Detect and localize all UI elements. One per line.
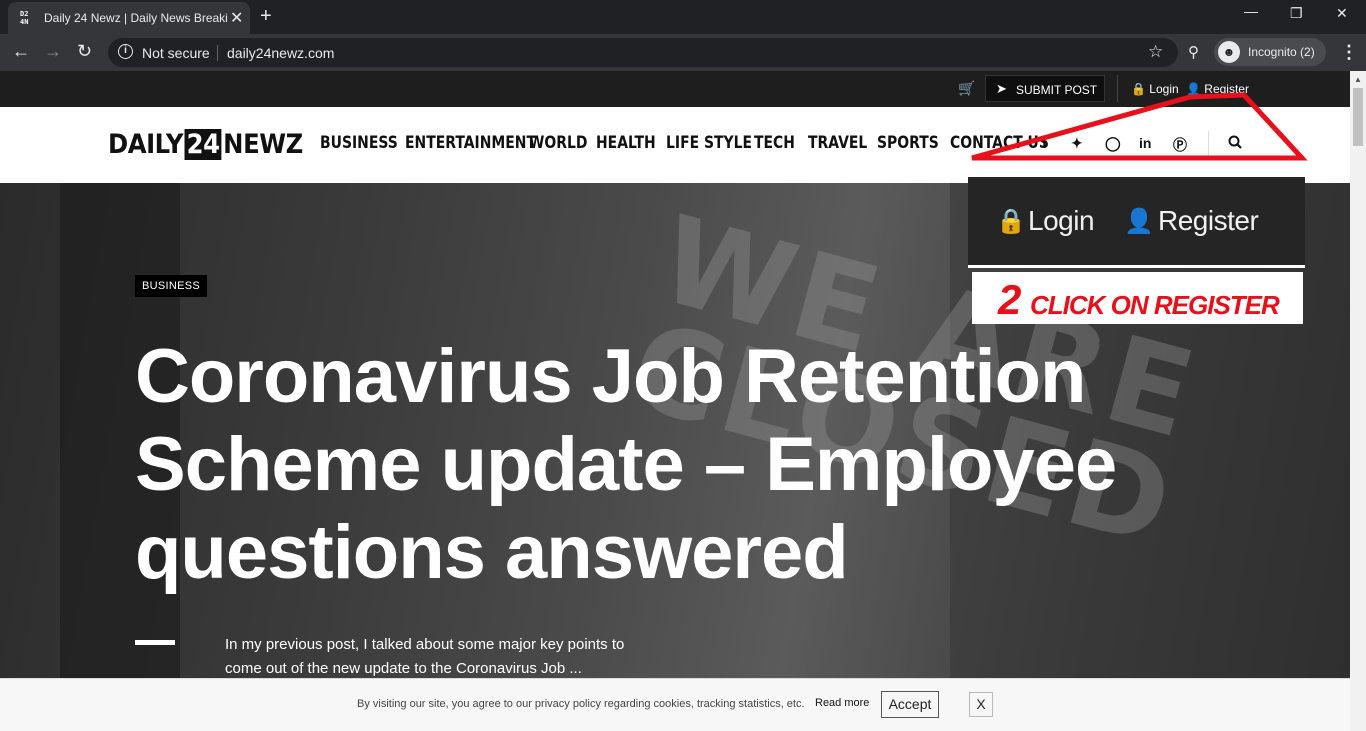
web-page: 🛒 ➤ SUBMIT POST 🔒 Login 👤 Register DAILY… (0, 71, 1350, 731)
cookie-close-button[interactable]: X (969, 692, 993, 717)
minimize-icon[interactable]: — (1244, 3, 1258, 19)
step-number: 2 (998, 276, 1022, 323)
divider (1117, 75, 1118, 102)
incognito-icon: ☻ (1218, 41, 1240, 63)
cookie-message: By visiting our site, you agree to our p… (357, 698, 805, 710)
info-icon[interactable]: i (118, 44, 133, 59)
logo-number: 24 (184, 129, 222, 160)
category-badge[interactable]: BUSINESS (135, 275, 208, 297)
url-text[interactable]: daily24newz.com (227, 45, 334, 61)
nav-entertainment[interactable]: ENTERTAINMENT (405, 133, 536, 153)
linkedin-icon[interactable]: in (1139, 135, 1151, 151)
article-excerpt: In my previous post, I talked about some… (225, 636, 625, 677)
bookmark-star-icon[interactable]: ☆ (1148, 42, 1163, 62)
facebook-icon[interactable]: f (1042, 135, 1047, 151)
cookie-consent-bar: By visiting our site, you agree to our p… (0, 678, 1350, 731)
logo-left: DAILY (108, 129, 184, 160)
address-bar[interactable]: i Not secure daily24newz.com ☆ (108, 38, 1178, 67)
paper-plane-icon: ➤ (996, 81, 1007, 96)
site-header: DAILY 24 NEWZ BUSINESS ENTERTAINMENT WORLD… (0, 107, 1350, 183)
browser-tab[interactable]: D2 4N Daily 24 Newz | Daily News Breaking… (8, 2, 250, 34)
nav-sports[interactable]: SPORTS (877, 133, 939, 153)
read-more-link[interactable]: Read more (815, 697, 869, 709)
excerpt-dash (135, 640, 175, 645)
nav-tech[interactable]: TECH (754, 133, 795, 153)
reload-icon[interactable]: ↻ (77, 41, 92, 62)
tab-strip: D2 4N Daily 24 Newz | Daily News Breaking… (0, 0, 1366, 34)
incognito-button[interactable]: ☻ Incognito (2) (1214, 38, 1326, 66)
instruction-text: CLICK ON REGISTER (1030, 290, 1280, 320)
nav-health[interactable]: HEALTH (596, 133, 656, 153)
cart-icon[interactable]: 🛒 (958, 80, 975, 97)
divider (217, 45, 218, 61)
page-scrollbar[interactable]: ▲ (1350, 71, 1366, 731)
register-label: Register (1204, 82, 1249, 96)
instagram-icon[interactable]: ◯ (1105, 135, 1121, 152)
window-close-icon[interactable]: ✕ (1336, 5, 1348, 22)
key-icon[interactable]: ⚲ (1188, 43, 1199, 61)
forward-icon[interactable]: → (44, 41, 62, 62)
browser-menu-icon[interactable]: ⋮ (1340, 42, 1358, 63)
nav-contact-us[interactable]: CONTACT US (950, 133, 1049, 153)
site-favicon-icon: D2 4N (20, 10, 29, 26)
back-icon[interactable]: ← (12, 41, 30, 62)
incognito-label: Incognito (2) (1248, 45, 1315, 59)
site-top-bar: 🛒 ➤ SUBMIT POST 🔒 Login 👤 Register (0, 71, 1350, 107)
register-link[interactable]: 👤 Register (1186, 82, 1249, 96)
pinterest-icon[interactable]: Ⓟ (1173, 135, 1187, 155)
lock-icon: 🔒 (1131, 82, 1146, 96)
nav-travel[interactable]: TRAVEL (808, 133, 867, 153)
login-label: Login (1149, 82, 1179, 96)
site-logo[interactable]: DAILY 24 NEWZ (108, 129, 303, 160)
browser-toolbar: ← → ↻ i Not secure daily24newz.com ☆ ⚲ ☻… (0, 34, 1366, 71)
twitter-icon[interactable]: ✦ (1071, 135, 1083, 152)
submit-post-button[interactable]: ➤ SUBMIT POST (985, 75, 1105, 102)
instruction-box: 2 CLICK ON REGISTER (972, 272, 1303, 324)
user-icon: 👤 (1124, 208, 1154, 235)
nav-life-style[interactable]: LIFE STYLE (666, 133, 752, 153)
login-link[interactable]: 🔒 Login (1131, 82, 1179, 96)
accept-button[interactable]: Accept (881, 691, 939, 718)
article-headline[interactable]: Coronavirus Job Retention Scheme update … (135, 333, 1135, 597)
zoomed-login-register-callout: 🔒 Login 👤 Register (968, 177, 1305, 268)
scroll-up-icon[interactable]: ▲ (1354, 75, 1362, 84)
search-icon[interactable] (1228, 135, 1242, 149)
callout-register-label: Register (1158, 205, 1259, 236)
submit-post-label: SUBMIT POST (1016, 83, 1098, 97)
tab-title: Daily 24 Newz | Daily News Breaking (44, 11, 228, 25)
nav-business[interactable]: BUSINESS (320, 133, 398, 153)
logo-right: NEWZ (223, 129, 303, 160)
nav-world[interactable]: WORLD (529, 133, 587, 153)
security-label[interactable]: Not secure (142, 45, 210, 61)
tab-close-icon[interactable]: ✕ (230, 8, 243, 28)
divider (1208, 131, 1209, 157)
lock-icon: 🔒 (996, 208, 1026, 235)
scrollbar-thumb[interactable] (1353, 88, 1363, 146)
callout-login-label: Login (1028, 205, 1095, 236)
user-icon: 👤 (1186, 82, 1201, 96)
restore-icon[interactable]: ❐ (1290, 5, 1303, 22)
new-tab-button[interactable]: + (260, 5, 272, 28)
